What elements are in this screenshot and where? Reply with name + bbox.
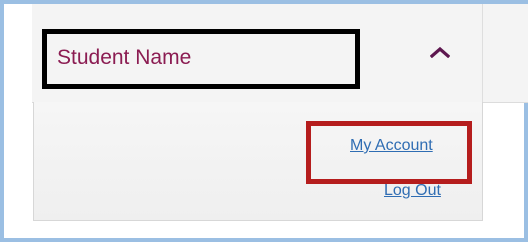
chevron-up-icon bbox=[430, 46, 450, 58]
user-menu-toggle-button[interactable] bbox=[424, 38, 456, 66]
my-account-link[interactable]: My Account bbox=[350, 137, 433, 155]
student-name-highlight: Student Name bbox=[42, 29, 360, 89]
student-name[interactable]: Student Name bbox=[57, 46, 191, 70]
header-divider bbox=[482, 4, 483, 102]
logout-link[interactable]: Log Out bbox=[384, 182, 441, 200]
